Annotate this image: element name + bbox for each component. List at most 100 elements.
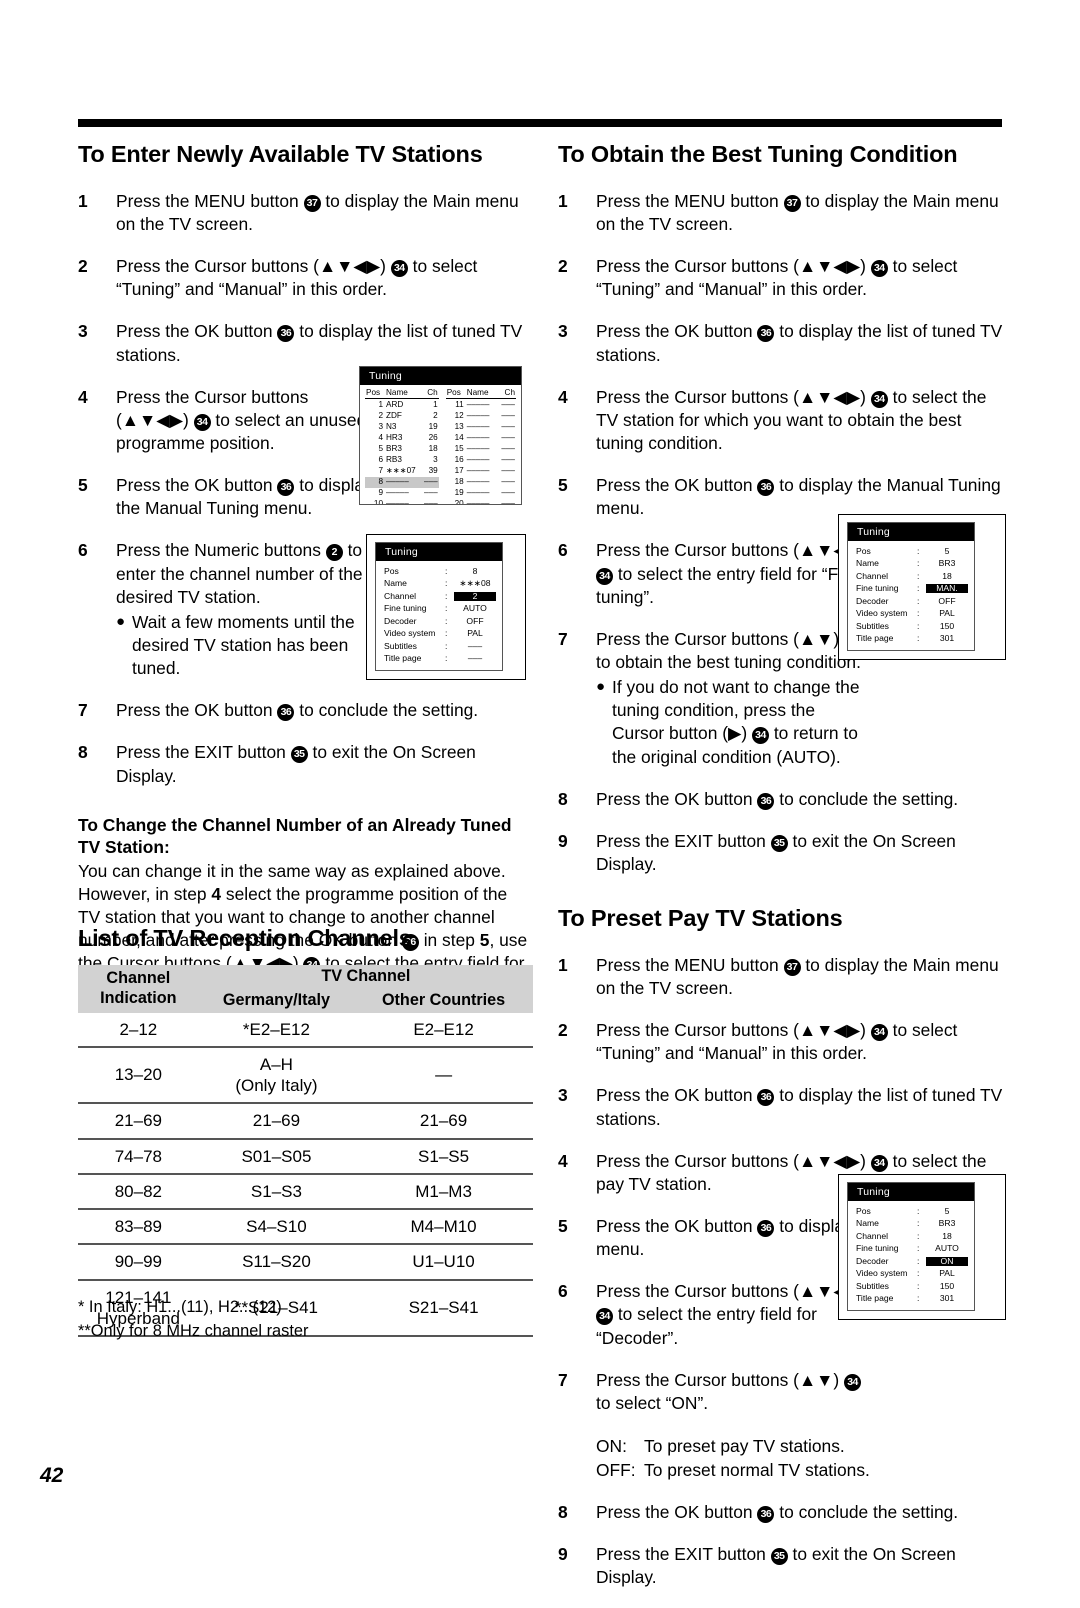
- osd-param-row[interactable]: Pos:5: [856, 545, 968, 558]
- osd-cell-ch: –––: [501, 433, 515, 443]
- osd-param-row[interactable]: Video system: PAL: [384, 628, 496, 641]
- osd-cell-pos: 13: [454, 422, 464, 432]
- osd-param-value[interactable]: OFF: [454, 617, 496, 626]
- osd-param-value[interactable]: BR3: [926, 559, 968, 568]
- right-column: To Obtain the Best Tuning Condition 1 Pre…: [558, 141, 1013, 1608]
- osd-list-row[interactable]: 3 N3 19: [365, 422, 439, 433]
- osd-list-row[interactable]: 11 ––––– –––: [446, 400, 516, 411]
- osd-param-value[interactable]: AUTO: [454, 604, 496, 613]
- manual-page: To Enter Newly Available TV Stations 1 Pr…: [0, 0, 1080, 1587]
- osd-param-row[interactable]: Name: ∗∗∗08: [384, 578, 496, 591]
- osd-param-key: Subtitles: [384, 640, 417, 651]
- osd-param-value[interactable]: BR3: [926, 1219, 968, 1228]
- osd-param-row[interactable]: Name: BR3: [856, 558, 968, 571]
- step-text: Press the MENU button 37 to display the …: [596, 190, 1013, 236]
- osd-cell-name: BR3: [386, 444, 402, 454]
- osd-list-row[interactable]: 12 ––––– –––: [446, 411, 516, 422]
- osd-list-row[interactable]: 16 ––––– –––: [446, 455, 516, 466]
- osd-param-row[interactable]: Pos:5: [856, 1205, 968, 1218]
- osd-title: Tuning: [848, 1183, 974, 1201]
- osd-title: Tuning: [360, 367, 521, 385]
- osd-list-row[interactable]: 5 BR3 18: [365, 444, 439, 455]
- osd-list-row[interactable]: 13 ––––– –––: [446, 422, 516, 433]
- osd-param-colon: :: [917, 595, 920, 606]
- osd-param-value[interactable]: MAN.: [926, 584, 968, 594]
- osd-param-row[interactable]: Subtitles:150: [856, 1280, 968, 1293]
- osd-param-value[interactable]: 5: [926, 547, 968, 556]
- osd-cell-name: –––––: [386, 499, 409, 504]
- osd-list-row[interactable]: 6 RB3 3: [365, 455, 439, 466]
- osd-param-row[interactable]: Decoder: OFF: [856, 595, 968, 608]
- osd-param-key: Title page: [856, 633, 894, 644]
- table-cell-other: S21–S41: [354, 1278, 533, 1338]
- osd-param-row[interactable]: Title page: –––: [384, 653, 496, 666]
- step-item: 1 Press the MENU button 37 to display the…: [558, 954, 1013, 1000]
- osd-col-pos: Pos: [446, 387, 461, 397]
- osd-list-row[interactable]: 8 ––––– –––: [365, 477, 439, 488]
- osd-param-colon: :: [917, 1230, 920, 1241]
- table-cell-germany-italy: S11–S20: [198, 1243, 355, 1280]
- osd-param-row[interactable]: Fine tuning: AUTO: [384, 603, 496, 616]
- table-row: 21–69 21–69 21–69: [78, 1102, 533, 1139]
- osd-param-row[interactable]: Video system: PAL: [856, 1268, 968, 1281]
- step-number: 9: [558, 830, 568, 851]
- osd-list-row[interactable]: 2 ZDF 2: [365, 411, 439, 422]
- osd-param-row[interactable]: Title page:301: [856, 633, 968, 646]
- osd-param-value[interactable]: 8: [454, 567, 496, 576]
- osd-param-value[interactable]: PAL: [926, 1269, 968, 1278]
- osd-param-row[interactable]: Title page:301: [856, 1293, 968, 1306]
- callout-36-icon: 36: [757, 1089, 775, 1107]
- step-text: Press the Cursor buttons (▲▼) 34 to sele…: [596, 1369, 868, 1415]
- osd-param-row[interactable]: Name: BR3: [856, 1218, 968, 1231]
- cell-line: *E2–E12: [242, 1019, 310, 1039]
- osd-list-row[interactable]: 4 HR3 26: [365, 433, 439, 444]
- osd-list-row[interactable]: 15 ––––– –––: [446, 444, 516, 455]
- osd-param-value[interactable]: 301: [926, 634, 968, 643]
- osd-param-row[interactable]: Fine tuning: AUTO: [856, 1243, 968, 1256]
- step-item: 7 Press the Cursor buttons (▲▼) 34 to sel…: [558, 1369, 1013, 1415]
- osd-param-value[interactable]: OFF: [926, 597, 968, 606]
- osd-param-value[interactable]: 18: [926, 1232, 968, 1241]
- osd-cell-ch: –––: [501, 422, 515, 432]
- osd-param-row[interactable]: Video system: PAL: [856, 608, 968, 621]
- cell-line: S1–S5: [418, 1146, 470, 1166]
- osd-list-row[interactable]: 19 ––––– –––: [446, 488, 516, 499]
- osd-param-value[interactable]: 150: [926, 622, 968, 631]
- step-number: 7: [78, 700, 88, 721]
- osd-param-value[interactable]: ∗∗∗08: [454, 579, 496, 588]
- osd-param-value[interactable]: 2: [454, 592, 496, 601]
- osd-param-value[interactable]: 18: [926, 572, 968, 581]
- callout-36-icon: 36: [757, 325, 775, 343]
- footnote-2: **Only for 8 MHz channel raster: [78, 1321, 309, 1340]
- osd-param-value[interactable]: PAL: [454, 629, 496, 638]
- step-text: Press the OK button 36 to conclude the s…: [116, 699, 533, 722]
- osd-list-row[interactable]: 17 ––––– –––: [446, 466, 516, 477]
- osd-list-row[interactable]: 14 ––––– –––: [446, 433, 516, 444]
- osd-param-value[interactable]: 301: [926, 1294, 968, 1303]
- osd-param-row[interactable]: Decoder: OFF: [384, 615, 496, 628]
- osd-param-value[interactable]: 150: [926, 1282, 968, 1291]
- osd-param-value[interactable]: –––: [454, 642, 496, 651]
- osd-param-body: Pos:5 Name: BR3 Channel:18 Fine tuning: AUTO D…: [848, 1201, 974, 1310]
- osd-param-value[interactable]: –––: [454, 654, 496, 663]
- osd-list-row[interactable]: 18 ––––– –––: [446, 477, 516, 488]
- osd-param-value[interactable]: AUTO: [926, 1244, 968, 1253]
- osd-param-value[interactable]: ON: [926, 1257, 968, 1266]
- osd-param-key: Pos: [856, 1205, 871, 1216]
- osd-param-row[interactable]: Channel:18: [856, 570, 968, 583]
- osd-param-row[interactable]: Pos:8: [384, 565, 496, 578]
- osd-param-key: Decoder: [856, 595, 889, 606]
- osd-param-row[interactable]: Subtitles: –––: [384, 640, 496, 653]
- osd-list-row[interactable]: 1 ARD 1: [365, 400, 439, 411]
- osd-list-row[interactable]: 7 ∗∗∗07 39: [365, 466, 439, 477]
- osd-param-row[interactable]: Channel:18: [856, 1230, 968, 1243]
- osd-param-row[interactable]: Channel:2: [384, 590, 496, 603]
- osd-param-row[interactable]: Fine tuning: MAN.: [856, 583, 968, 596]
- osd-param-row[interactable]: Decoder: ON: [856, 1255, 968, 1268]
- osd-list-row[interactable]: 9 ––––– –––: [365, 488, 439, 499]
- osd-param-value[interactable]: PAL: [926, 609, 968, 618]
- osd-param-row[interactable]: Subtitles:150: [856, 620, 968, 633]
- osd-param-value[interactable]: 5: [926, 1207, 968, 1216]
- table-cell-germany-italy: 21–69: [198, 1102, 355, 1139]
- osd-param-colon: :: [917, 583, 920, 594]
